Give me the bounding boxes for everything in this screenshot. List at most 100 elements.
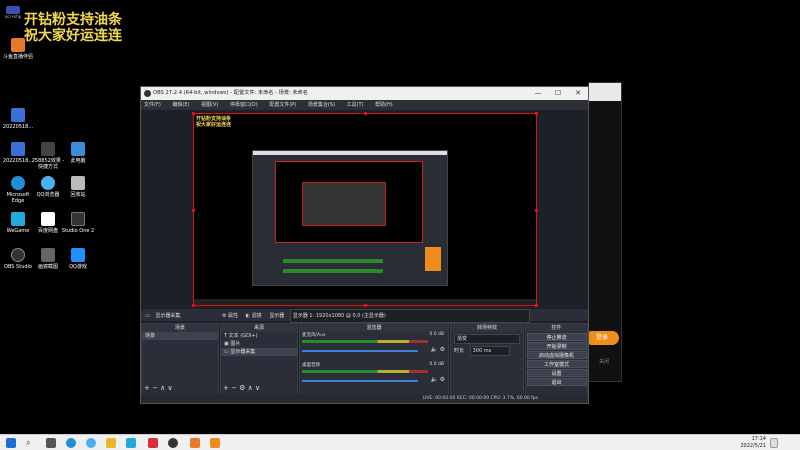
desktop-icon-qq-game[interactable]: QQ游戏: [60, 248, 96, 270]
background-window: 登录 关闭: [585, 82, 622, 382]
menu-edit[interactable]: 编辑(E): [172, 102, 189, 108]
gear-icon[interactable]: ⚙: [440, 346, 445, 353]
obs-icon: [11, 248, 25, 262]
gear-icon[interactable]: ⚙: [440, 376, 445, 383]
obs-window-title: OBS 27.2.4 (64-bit, windows) - 配置文件: 未命名…: [153, 90, 308, 96]
taskbar: ⌕ 17:14 2022/5/21: [0, 434, 800, 450]
settings-button[interactable]: 设置: [526, 369, 587, 377]
controls-dock: 控件 停止推流 开始录制 启动虚拟摄像机 工作室模式 设置 退出: [525, 323, 588, 395]
sources-dock: 来源 T 文本 (GDI+) ▣ 图片 ▭ 显示器采集 + − ⚙ ∧ ∨: [220, 323, 298, 395]
close-button[interactable]: ✕: [568, 87, 588, 100]
edge-icon: [11, 176, 25, 190]
mixer-title: 混音器: [300, 324, 448, 332]
maximize-button[interactable]: ☐: [548, 87, 568, 100]
mic-db: 0.0 dB: [429, 332, 444, 337]
menu-file[interactable]: 文件(F): [144, 102, 161, 108]
notification-icon[interactable]: [770, 438, 778, 448]
app-icon[interactable]: [210, 438, 220, 448]
desktop-icon-douyu[interactable]: 斗鱼直播伴侣: [0, 38, 36, 60]
stop-streaming-button[interactable]: 停止推流: [526, 333, 587, 341]
douyu-icon[interactable]: [190, 438, 200, 448]
studio-mode-button[interactable]: 工作室模式: [526, 360, 587, 368]
desktop-icon-studio-one[interactable]: Studio One 2: [60, 212, 96, 234]
desktop-icon-this-pc[interactable]: 此电脑: [60, 142, 96, 164]
source-toolbar: ▭ 显示器采集 ⚙ 属性 ◐ 滤镜 显示器 显示器 1: 1920x1080 @…: [141, 309, 588, 323]
obs-preview-canvas[interactable]: 开钻粉支持油条 祝大家好运连连: [192, 112, 538, 307]
display-select[interactable]: 显示器 1: 1920x1080 @ 0,0 (主显示器): [289, 309, 530, 323]
windows-start-icon[interactable]: [6, 438, 16, 448]
edge-icon[interactable]: [66, 438, 76, 448]
scenes-controls[interactable]: + − ∧ ∨: [144, 384, 173, 392]
minimize-button[interactable]: —: [528, 87, 548, 100]
obs-docks: 场景 场景 + − ∧ ∨ 来源 T 文本 (GDI+) ▣ 图片 ▭ 显示器采…: [141, 323, 588, 395]
overlay-line-2: 祝大家好运连连: [24, 28, 122, 44]
task-view-icon[interactable]: [46, 438, 56, 448]
menu-help[interactable]: 帮助(H): [375, 102, 393, 108]
obs-window: OBS 27.2.4 (64-bit, windows) - 配置文件: 未命名…: [140, 86, 589, 404]
menu-tools[interactable]: 工具(T): [347, 102, 364, 108]
duration-label: 时长: [454, 348, 465, 354]
scenes-dock: 场景 场景 + − ∧ ∨: [141, 323, 219, 395]
mic-volume-slider[interactable]: [302, 350, 418, 352]
qq-game-icon: [71, 248, 85, 262]
speaker-icon[interactable]: 🔈: [431, 346, 438, 353]
preview-overlay-text: 开钻粉支持油条 祝大家好运连连: [196, 116, 232, 128]
mixer-track-mic: 麦克风/Aux 0.0 dB 🔈 ⚙: [300, 332, 448, 362]
menu-view[interactable]: 视图(V): [201, 102, 218, 108]
source-item-display[interactable]: ▭ 显示器采集: [221, 348, 297, 356]
duration-input[interactable]: 300 ms: [469, 346, 510, 356]
nested-preview: [275, 161, 423, 243]
file-icon: [11, 142, 25, 156]
qq-browser-icon: [41, 176, 55, 190]
close-label: 关闭: [599, 359, 610, 365]
login-button[interactable]: 登录: [585, 331, 619, 345]
gear-icon[interactable]: ⚙: [222, 313, 226, 319]
obs-icon[interactable]: [168, 438, 178, 448]
transitions-title: 转场特效: [451, 324, 523, 332]
controller-icon: [6, 6, 20, 14]
scene-item[interactable]: 场景: [142, 332, 218, 340]
obs-status-bar: LIVE: 00:00:00 REC: 00:00:00 CPU: 3.7%, …: [141, 394, 588, 403]
desktop-audio-db: 0.0 dB: [429, 362, 444, 367]
douyu-icon: [11, 38, 25, 52]
obs-titlebar: OBS 27.2.4 (64-bit, windows) - 配置文件: 未命名…: [141, 87, 588, 100]
menu-scene-collection[interactable]: 场景集合(S): [308, 102, 335, 108]
transition-select[interactable]: 渐变: [454, 334, 520, 344]
search-icon[interactable]: ⌕: [26, 438, 36, 448]
desktop-icon-file-1[interactable]: 20220518...: [0, 108, 36, 130]
desktop: occ•khp 开钻粉支持油条 祝大家好运连连 斗鱼直播伴侣 20220518.…: [0, 0, 800, 434]
desktop-audio-meter: [302, 370, 428, 373]
clock-date: 2022/5/21: [740, 443, 766, 449]
source-item-image[interactable]: ▣ 图片: [221, 340, 297, 348]
monitor-icon: ▭: [145, 313, 150, 319]
duration-row: 时长 300 ms: [454, 346, 520, 356]
wegame-icon[interactable]: [126, 438, 136, 448]
screenshot-icon: [41, 248, 55, 262]
filter-icon[interactable]: ◐: [246, 313, 250, 319]
recycle-bin-icon: [71, 176, 85, 190]
properties-button[interactable]: 属性: [228, 313, 238, 319]
obs-menubar: 文件(F) 编辑(E) 视图(V) 停靠窗口(D) 配置文件(P) 场景集合(S…: [141, 100, 588, 110]
desktop-volume-slider[interactable]: [302, 380, 418, 382]
menu-profile[interactable]: 配置文件(P): [269, 102, 296, 108]
display-label: 显示器: [269, 313, 285, 319]
taskbar-clock[interactable]: 17:14 2022/5/21: [740, 436, 766, 450]
exit-button[interactable]: 退出: [526, 378, 587, 386]
source-item-text[interactable]: T 文本 (GDI+): [221, 332, 297, 340]
nested-obs-window: [252, 150, 448, 286]
folder-icon[interactable]: [106, 438, 116, 448]
filters-button[interactable]: 滤镜: [252, 313, 262, 319]
desktop-audio-label: 桌面音频: [302, 363, 320, 368]
start-virtual-camera-button[interactable]: 启动虚拟摄像机: [526, 351, 587, 359]
qq-browser-icon[interactable]: [86, 438, 96, 448]
mixer-dock: 混音器 麦克风/Aux 0.0 dB 🔈 ⚙ 桌面音频 0.0 dB 🔈 ⚙: [299, 323, 449, 395]
menu-docks[interactable]: 停靠窗口(D): [230, 102, 258, 108]
start-recording-button[interactable]: 开始录制: [526, 342, 587, 350]
controls-title: 控件: [526, 324, 587, 332]
app-icon[interactable]: [148, 438, 158, 448]
sources-controls[interactable]: + − ⚙ ∧ ∨: [223, 384, 260, 392]
desktop-icon-recycle-bin[interactable]: 回收站: [60, 176, 96, 198]
mic-label: 麦克风/Aux: [302, 333, 326, 338]
background-window-titlebar: [589, 83, 621, 101]
speaker-icon[interactable]: 🔈: [431, 376, 438, 383]
